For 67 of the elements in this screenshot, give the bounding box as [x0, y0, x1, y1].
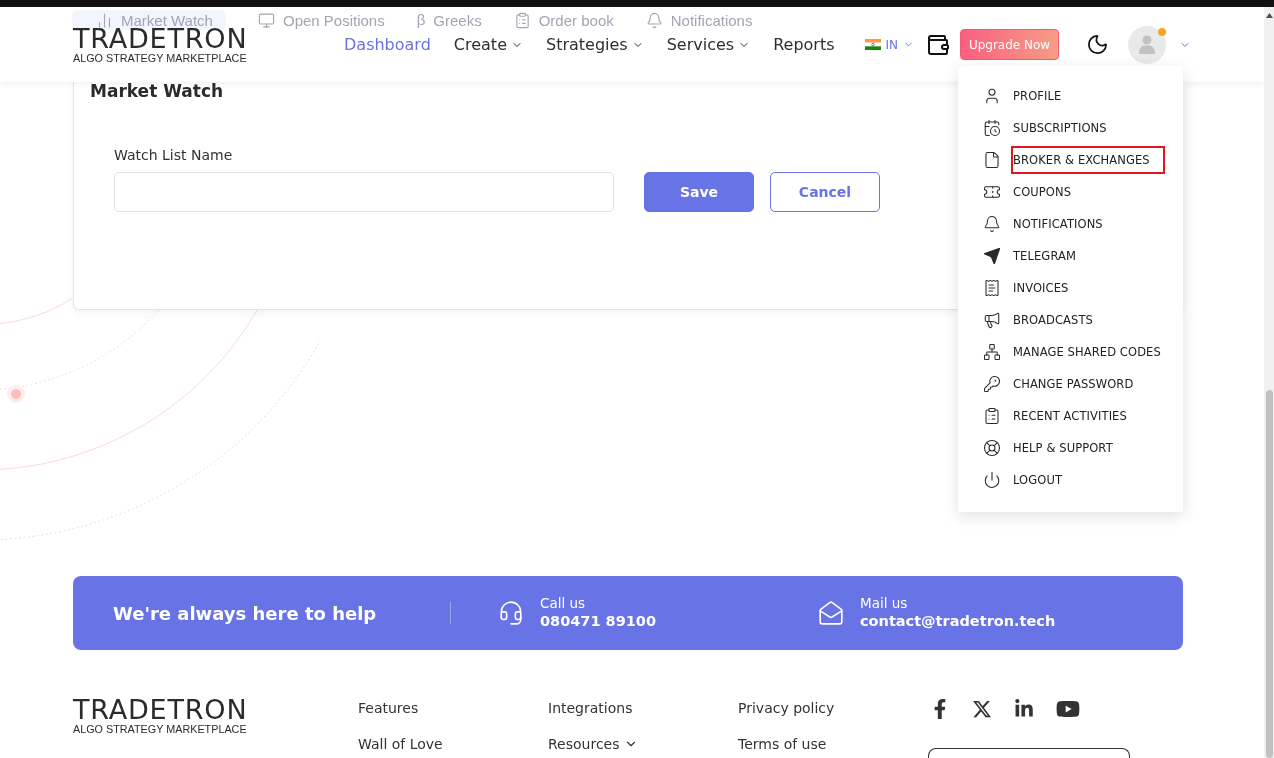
footer-link[interactable]: Resources — [548, 734, 638, 754]
paper-plane-icon — [983, 247, 1001, 265]
file-icon — [983, 151, 1001, 169]
contact-link[interactable]: contact@tradetron.tech — [860, 611, 1056, 631]
bell-icon — [645, 11, 663, 29]
beta-icon: β — [416, 11, 426, 29]
x-icon[interactable] — [972, 699, 992, 719]
key-icon — [983, 375, 1001, 393]
menu-item[interactable]: COUPONS — [1013, 185, 1072, 199]
menu-item[interactable]: BROKER & EXCHANGES — [1011, 146, 1165, 174]
menu-item[interactable]: NOTIFICATIONS — [1013, 217, 1103, 231]
menu-item[interactable]: INVOICES — [1013, 281, 1069, 295]
lifebuoy-icon — [983, 439, 1001, 457]
menu-item[interactable]: SUBSCRIPTIONS — [1013, 121, 1107, 135]
banner-heading: We're always here to help — [113, 602, 378, 624]
field-label: Watch List Name — [114, 147, 233, 163]
contact-label: Mail us — [860, 595, 909, 611]
brand-logo[interactable]: TRADETRON — [73, 698, 248, 722]
scrollbar-thumb[interactable] — [1265, 390, 1273, 758]
clipboard-list-icon — [983, 407, 1001, 425]
bar-chart-icon — [96, 11, 113, 29]
bell-icon — [983, 215, 1001, 233]
nav-link[interactable]: Reports — [773, 34, 835, 55]
input-field[interactable] — [114, 172, 614, 212]
menu-item[interactable]: RECENT ACTIVITIES — [1013, 409, 1127, 423]
moon-icon[interactable] — [1086, 33, 1110, 56]
scroll-up-arrow-icon[interactable] — [1265, 13, 1273, 18]
power-icon — [983, 471, 1001, 489]
footer-link[interactable]: Features — [358, 698, 419, 718]
contact-label: Call us — [540, 595, 587, 611]
receipt-icon — [983, 279, 1001, 297]
envelope-icon — [818, 600, 844, 626]
wallet-icon[interactable] — [926, 32, 951, 57]
nav-link[interactable]: Strategies — [546, 34, 644, 55]
menu-item[interactable]: TELEGRAM — [1013, 249, 1076, 263]
logo-tagline: ALGO STRATEGY MARKETPLACE — [73, 723, 248, 735]
calendar-clock-icon — [983, 119, 1001, 137]
clipboard-icon — [513, 11, 531, 29]
footer-link[interactable]: Integrations — [548, 698, 633, 718]
brand-logo[interactable]: TRADETRON — [73, 27, 248, 51]
flag-icon — [864, 39, 881, 50]
monitor-icon — [257, 11, 275, 29]
country-selector[interactable]: IN — [864, 37, 915, 52]
save-button[interactable]: Save — [644, 172, 754, 212]
cancel-button[interactable]: Cancel — [770, 172, 880, 212]
menu-item[interactable]: MANAGE SHARED CODES — [1013, 345, 1161, 359]
menu-item[interactable]: HELP & SUPPORT — [1013, 441, 1113, 455]
footer-link[interactable]: Terms of use — [738, 734, 827, 754]
megaphone-icon — [983, 311, 1001, 329]
footer-link[interactable]: Privacy policy — [738, 698, 835, 718]
logo-tagline: ALGO STRATEGY MARKETPLACE — [73, 52, 248, 64]
nav-link[interactable]: Dashboard — [344, 34, 431, 55]
menu-item[interactable]: LOGOUT — [1013, 473, 1063, 487]
footer-link[interactable]: Wall of Love — [358, 734, 443, 754]
ticket-icon — [983, 183, 1001, 201]
network-icon — [983, 343, 1001, 361]
linkedin-icon[interactable] — [1014, 699, 1034, 719]
headset-icon — [498, 600, 524, 626]
contact-link[interactable]: 080471 89100 — [540, 611, 657, 631]
menu-item[interactable]: BROADCASTS — [1013, 313, 1093, 327]
nav-link[interactable]: Services — [666, 34, 751, 55]
menu-item[interactable]: PROFILE — [1013, 89, 1062, 103]
menu-item[interactable]: CHANGE PASSWORD — [1013, 377, 1134, 391]
user-silhouette-icon — [1139, 35, 1156, 54]
user-icon — [983, 87, 1001, 105]
nav-link[interactable]: Create — [453, 34, 523, 55]
card-title: Market Watch — [90, 82, 224, 100]
